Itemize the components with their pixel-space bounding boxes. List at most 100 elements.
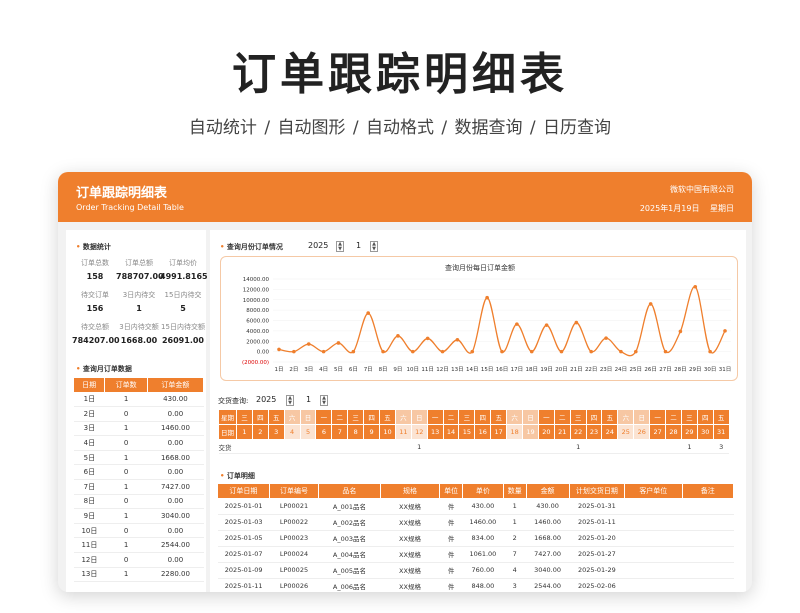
table-cell: 2025-01-11 xyxy=(569,514,625,531)
date-cell[interactable]: 22 xyxy=(569,424,587,440)
date-cell[interactable]: 27 xyxy=(649,424,667,440)
table-cell: A_002品名 xyxy=(318,514,381,531)
table-cell: 11日 xyxy=(74,537,105,554)
orders-section-title: 订单明细 xyxy=(220,471,255,481)
x-tick-label: 19日 xyxy=(540,366,553,373)
weekday-cell: 四 xyxy=(696,409,714,425)
date-cell[interactable]: 6 xyxy=(315,424,333,440)
year-spinner[interactable]: ▲ ▼ xyxy=(336,241,344,252)
date-cell[interactable]: 1 xyxy=(236,424,253,440)
table-cell: 760.00 xyxy=(462,562,504,579)
date-cell[interactable]: 2 xyxy=(251,424,269,440)
table-cell: A_005品名 xyxy=(318,562,381,579)
date-cell[interactable]: 10 xyxy=(379,424,396,440)
table-row: 2025-01-05 LP00023 A_003品名 XX规格件 834.00 2 1668… xyxy=(218,530,734,547)
table-cell: 2025-01-09 xyxy=(218,562,270,579)
date-cell[interactable]: 26 xyxy=(633,424,651,440)
delivery-cell xyxy=(649,439,666,454)
calendar-year-spinner[interactable]: ▲ ▼ xyxy=(286,395,294,406)
x-tick-label: 5日 xyxy=(334,366,343,373)
weekday-cell: 日 xyxy=(633,409,651,425)
col-header: 订单数 xyxy=(104,378,148,392)
weekday-cell: 日 xyxy=(522,409,539,425)
date-cell[interactable]: 19 xyxy=(522,424,539,440)
date-cell[interactable]: 4 xyxy=(283,424,301,440)
date-cell[interactable]: 30 xyxy=(696,424,714,440)
x-tick-label: 3日 xyxy=(304,366,313,373)
x-tick-label: 30日 xyxy=(704,366,717,373)
table-cell: 1460.00 xyxy=(462,514,504,531)
date-cell[interactable]: 20 xyxy=(537,424,555,440)
data-point xyxy=(366,311,370,315)
table-cell: 7427.00 xyxy=(526,546,570,563)
weekday-cell: 六 xyxy=(283,409,301,425)
x-tick-label: 11日 xyxy=(421,366,434,373)
table-cell: 件 xyxy=(439,546,463,563)
date-cell[interactable]: 29 xyxy=(680,424,698,440)
table-cell: 13日 xyxy=(74,567,105,583)
table-row: 1日 1 430.00 xyxy=(74,392,204,408)
table-cell xyxy=(682,514,734,531)
date-cell[interactable]: 25 xyxy=(617,424,635,440)
hero-subtitle: 自动统计 / 自动图形 / 自动格式 / 数据查询 / 日历查询 xyxy=(188,118,612,138)
table-cell xyxy=(624,562,683,579)
date-cell[interactable]: 16 xyxy=(474,424,492,440)
date-cell[interactable]: 18 xyxy=(506,424,524,440)
date-cell[interactable]: 21 xyxy=(553,424,571,440)
date-cell[interactable]: 28 xyxy=(665,424,682,440)
table-cell: XX规格 xyxy=(380,578,440,592)
y-tick-label: (2000.00) xyxy=(242,360,269,366)
month-spinner[interactable]: ▲ ▼ xyxy=(370,241,378,252)
x-tick-label: 21日 xyxy=(570,366,583,373)
date-cell[interactable]: 15 xyxy=(458,424,476,440)
query-month: 1 xyxy=(356,241,362,250)
date-cell[interactable]: 7 xyxy=(331,424,349,440)
calendar-month-spinner[interactable]: ▲ ▼ xyxy=(320,395,328,406)
card-header: 订单跟踪明细表 Order Tracking Detail Table 微软中国… xyxy=(58,172,752,222)
date-cell[interactable]: 9 xyxy=(363,424,381,440)
date-cell[interactable]: 11 xyxy=(394,424,412,440)
current-date: 2025年1月19日 星期日 xyxy=(639,204,734,213)
hero-title: 订单跟踪明细表 xyxy=(232,49,568,100)
col-header: 备注 xyxy=(682,484,735,498)
monthly-section-title: 查询月订单数据 xyxy=(76,364,132,374)
weekday-cell: 四 xyxy=(585,409,603,425)
date-cell[interactable]: 12 xyxy=(410,424,428,440)
date-cell[interactable]: 8 xyxy=(347,424,365,440)
date-cell[interactable]: 23 xyxy=(585,424,603,440)
table-cell: 1 xyxy=(104,567,148,583)
calendar-label: 交货查询: xyxy=(218,397,249,405)
col-header: 单价 xyxy=(462,484,504,498)
calendar-year: 2025 xyxy=(256,395,277,404)
date-cell[interactable]: 31 xyxy=(712,424,730,440)
date-cell[interactable]: 14 xyxy=(442,424,460,440)
table-row: 2日 0 0.00 xyxy=(74,406,204,422)
date-cell[interactable]: 13 xyxy=(426,424,444,440)
table-cell: 1日 xyxy=(74,392,105,408)
table-cell: 2544.00 xyxy=(147,537,204,554)
table-row: 4日 0 0.00 xyxy=(74,435,204,451)
delivery-cell: 3 xyxy=(713,439,730,454)
date-cell[interactable]: 24 xyxy=(601,424,619,440)
y-tick-label: 8000.00 xyxy=(246,308,269,314)
delivery-cell xyxy=(363,439,380,454)
data-point xyxy=(634,349,638,354)
date-cell[interactable]: 5 xyxy=(299,424,317,440)
table-cell xyxy=(624,546,683,563)
row-label: 星期 xyxy=(218,409,237,425)
x-tick-label: 9日 xyxy=(393,366,402,373)
delivery-cell xyxy=(300,439,316,454)
table-cell: 1 xyxy=(104,450,148,466)
delivery-cell xyxy=(236,439,253,454)
col-header: 日期 xyxy=(74,378,106,392)
table-cell: LP00026 xyxy=(269,578,319,592)
x-tick-label: 27日 xyxy=(659,366,672,373)
table-cell: XX规格 xyxy=(380,562,440,579)
date-cell[interactable]: 17 xyxy=(490,424,508,440)
company-name: 微软中国有限公司 xyxy=(670,185,734,194)
table-cell: 10日 xyxy=(74,523,105,539)
date-cell[interactable]: 3 xyxy=(267,424,285,440)
x-tick-label: 2日 xyxy=(289,366,298,373)
table-cell: 430.00 xyxy=(526,498,570,515)
line-chart: 查询月份每日订单金额 14000.00 12000.00 10000.00 8000.0… xyxy=(220,256,738,381)
